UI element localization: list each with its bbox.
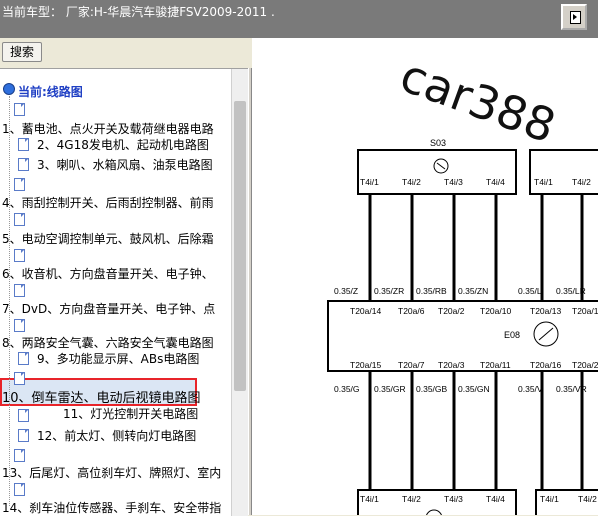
tree-guide-line [9,96,10,506]
wire-label: 0.35/RB [416,286,447,296]
tree-item-12[interactable]: 12、前太灯、侧转向灯电路图 [37,429,196,444]
module-top-pin: T20a/13 [530,306,561,316]
tree-item-10[interactable]: 10、倒车雷达、电动后视镜电路图 [2,391,201,406]
top-pin: T4i/3 [444,177,463,187]
document-icon [14,372,25,385]
document-icon [14,213,25,226]
bottom-pin: T4i/2 [402,494,421,504]
wire-label: 0.35/ZN [458,286,488,296]
document-icon [18,429,29,442]
wire-label: 0.35/L [518,286,542,296]
wire-label: 0.35/ZR [374,286,404,296]
tree-item-14[interactable]: 14、刹车油位传感器、手刹车、安全带指 [2,501,221,516]
bottom-right-pin: T4i/1 [540,494,559,504]
document-icon [18,138,29,151]
module-top-pin: T20a/10 [480,306,511,316]
export-button[interactable] [561,4,587,30]
tree-item-9[interactable]: 9、多功能显示屏、ABs电路图 [37,352,199,367]
tree-item-4[interactable]: 4、雨刮控制开关、后雨刮控制器、前雨 [2,196,214,211]
tree-item-5[interactable]: 5、电动空调控制单元、鼓风机、后除霜 [2,232,214,247]
wire-label: 0.35/V [518,384,543,394]
tree-item-3[interactable]: 3、喇叭、水箱风扇、油泵电路图 [37,158,213,173]
connector-top-right [529,149,598,195]
bottom-right-pin: T4i/2 [578,494,597,504]
wire-label: 0.35/Z [334,286,358,296]
wiring-diagram: car388 S03 T4i/1 T4i/2 T4i/3 T4i/4 T4i/1… [252,38,598,515]
document-icon [18,352,29,365]
bottom-pin: T4i/3 [444,494,463,504]
module-bottom-pin: T20a/7 [398,360,425,370]
document-icon [14,178,25,191]
top-right-pin: T4i/1 [534,177,553,187]
tree-root[interactable]: 当前:线路图 [18,83,83,100]
current-model-title: 当前车型： 厂家:H-华晨汽车骏捷FSV2009-2011 . [2,5,275,19]
document-icon [14,449,25,462]
top-right-pin: T4i/2 [572,177,591,187]
vertical-scrollbar[interactable] [231,69,248,516]
top-pin: T4i/4 [486,177,505,187]
document-icon [14,483,25,496]
tree-item-7[interactable]: 7、DvD、方向盘音量开关、电子钟、点 [2,302,215,317]
module-bottom-pin: T20a/16 [530,360,561,370]
connector-label-s03: S03 [430,138,446,148]
module-top-pin: T20a/1 [572,306,598,316]
title-bar: 当前车型： 厂家:H-华晨汽车骏捷FSV2009-2011 . [0,0,598,38]
document-icon [14,319,25,332]
tree-item-1[interactable]: 1、蓄电池、点火开关及载荷继电器电路 [2,122,214,137]
module-label: E08 [504,330,520,340]
wire-label: 0.35/GR [374,384,406,394]
top-pin: T4i/1 [360,177,379,187]
tree-item-11[interactable]: 11、灯光控制开关电路图 [63,407,198,422]
document-icon [14,284,25,297]
tree-item-8[interactable]: 8、两路安全气囊、六路安全气囊电路图 [2,336,214,351]
module-bottom-pin: T20a/11 [480,360,511,370]
bottom-pin: T4i/1 [360,494,379,504]
wire-label: 0.35/G [334,384,360,394]
tree-item-13[interactable]: 13、后尾灯、高位刹车灯、牌照灯、室内 [2,466,221,481]
module-bottom-pin: T20a/3 [438,360,465,370]
wire-label: 0.35/LR [556,286,586,296]
search-button[interactable]: 搜索 [2,42,42,62]
wire-label: 0.35/VR [556,384,587,394]
module-bottom-pin: T20a/2 [572,360,598,370]
module-bottom-pin: T20a/15 [350,360,381,370]
document-icon [14,249,25,262]
wire-label: 0.35/GN [458,384,490,394]
document-icon [14,103,25,116]
tree-item-2[interactable]: 2、4G18发电机、起动机电路图 [37,138,209,153]
diagram-canvas: S03 T4i/1 T4i/2 T4i/3 T4i/4 T4i/1 T4i/2 … [327,138,598,515]
wire-label: 0.35/GB [416,384,448,394]
tree-panel: 当前:线路图 1、蓄电池、点火开关及载荷继电器电路 2、4G18发电机、起动机电… [0,68,248,516]
export-icon [570,11,581,24]
module-top-pin: T20a/6 [398,306,425,316]
document-icon [18,158,29,171]
globe-icon [3,83,15,95]
top-pin: T4i/2 [402,177,421,187]
scrollbar-thumb[interactable] [234,101,246,391]
document-icon [18,409,29,422]
module-top-pin: T20a/14 [350,306,381,316]
bottom-pin: T4i/4 [486,494,505,504]
module-top-pin: T20a/2 [438,306,465,316]
tree-item-6[interactable]: 6、收音机、方向盘音量开关、电子钟、 [2,267,214,282]
